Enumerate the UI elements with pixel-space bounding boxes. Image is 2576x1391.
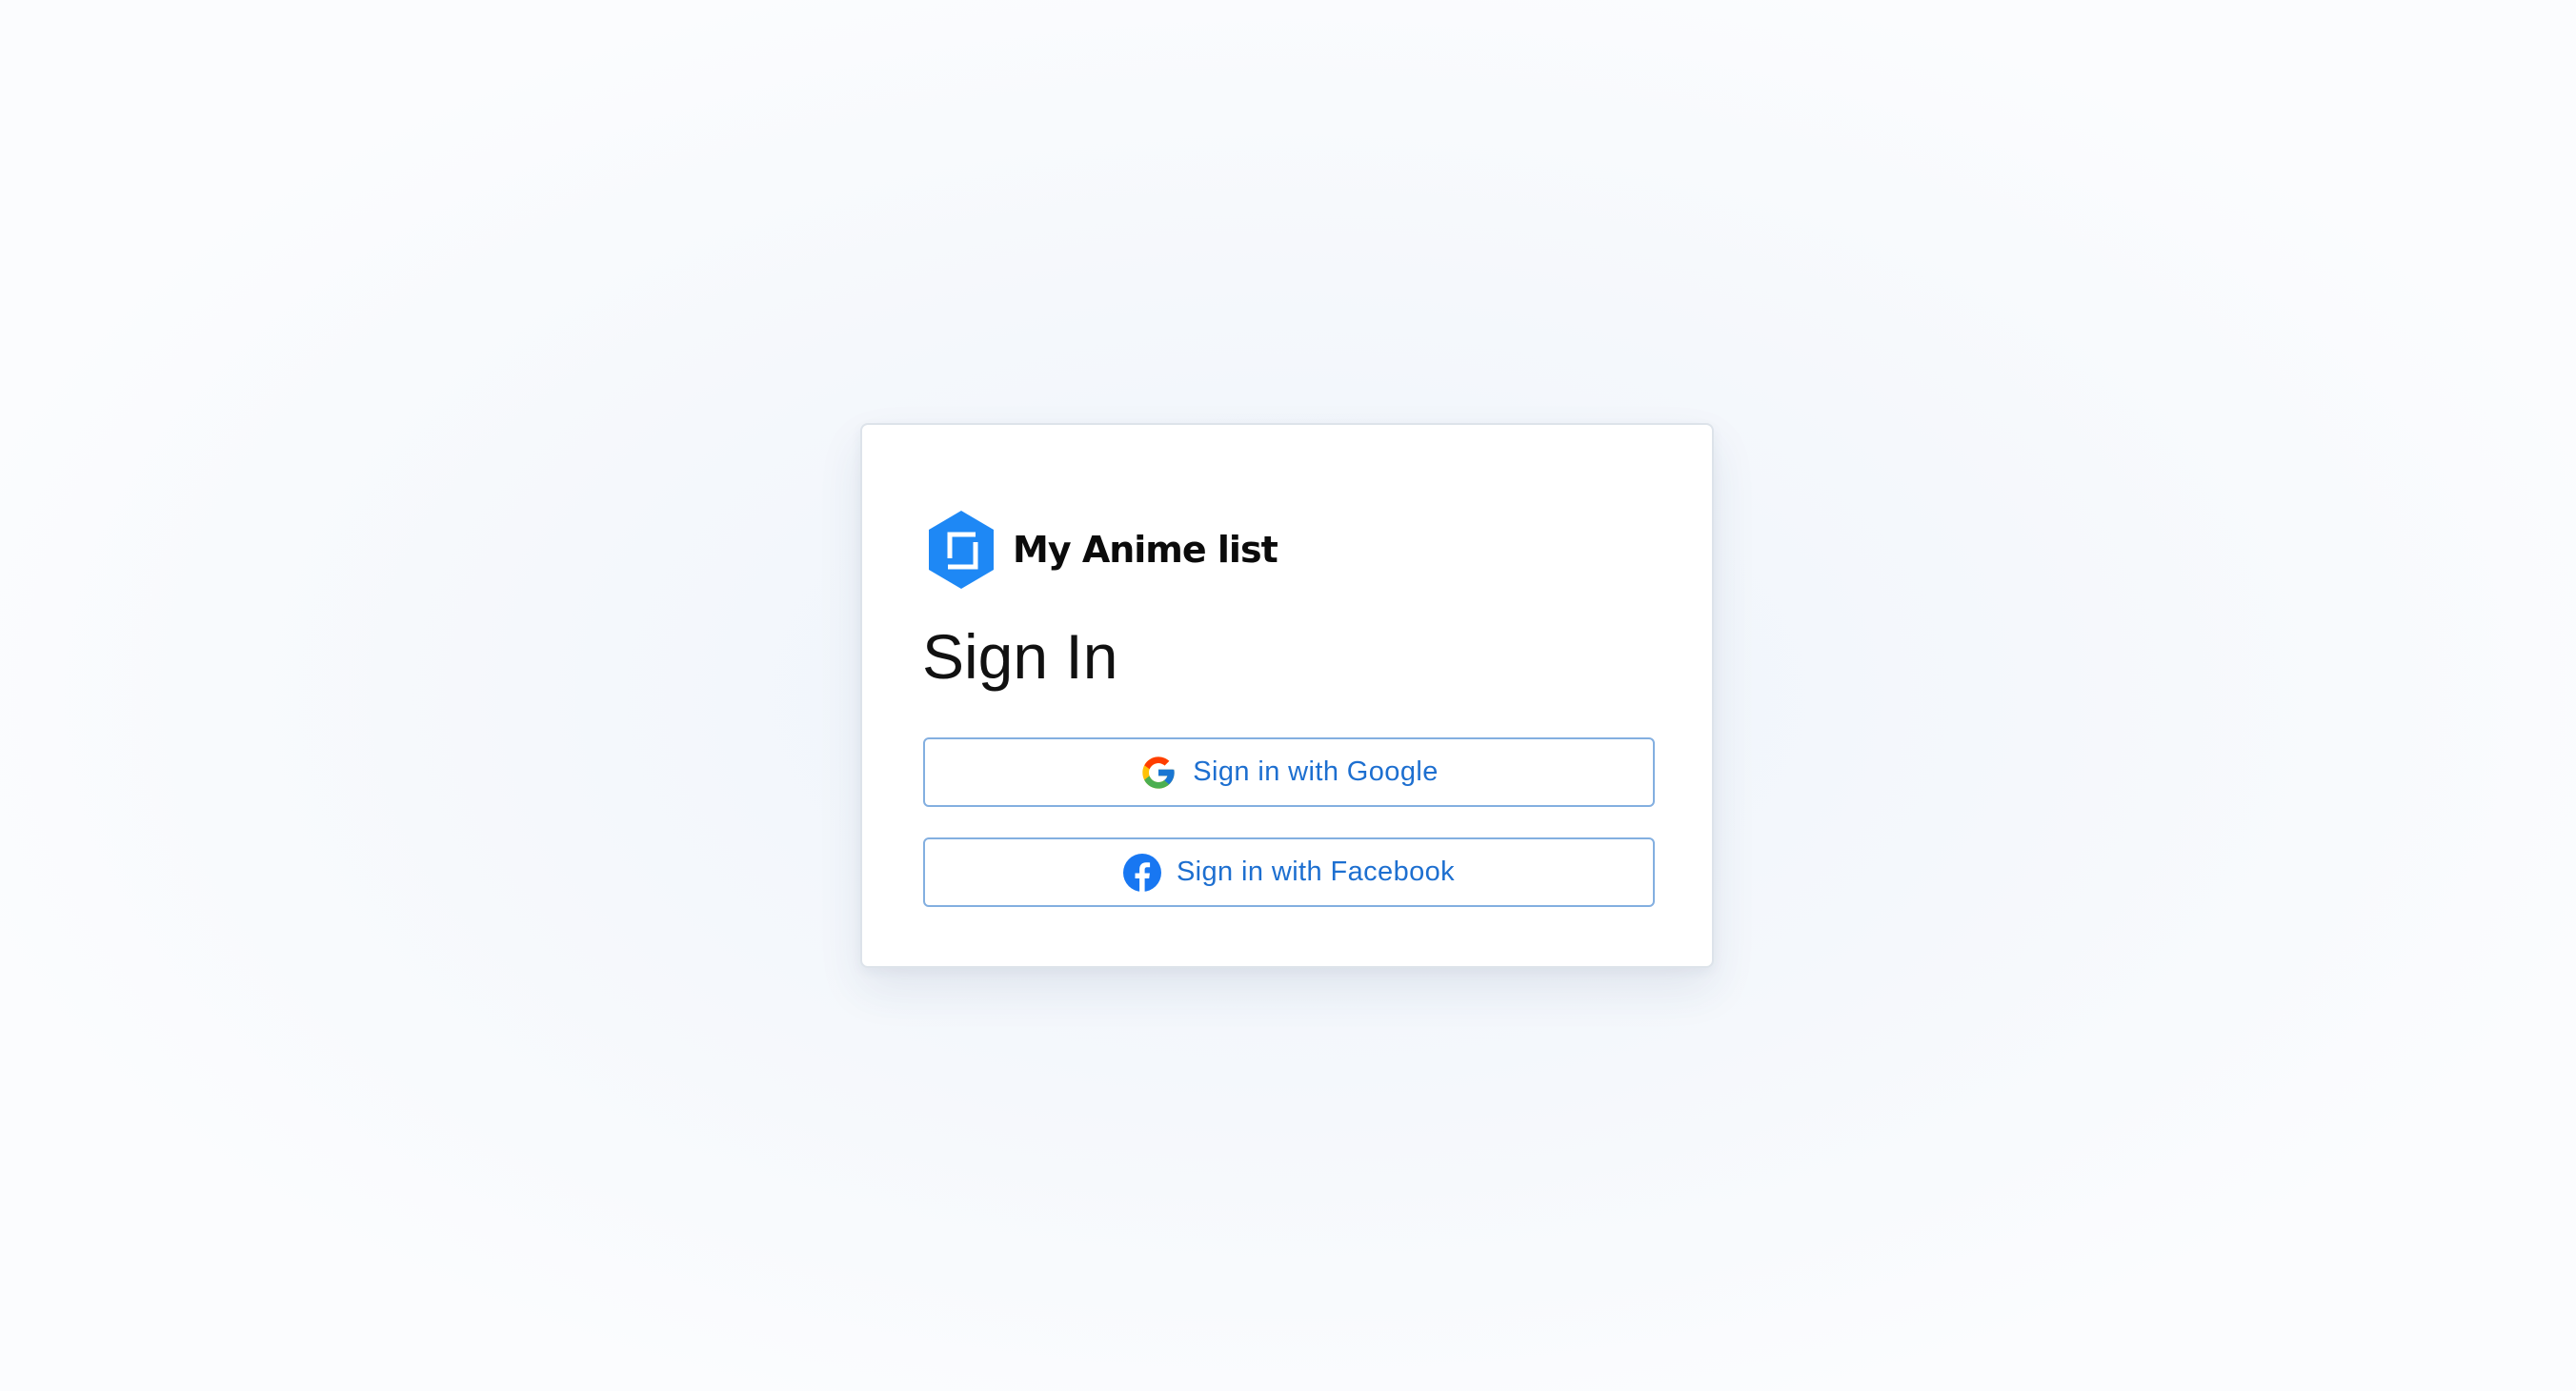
- google-icon: [1142, 756, 1175, 789]
- facebook-signin-button[interactable]: Sign in with Facebook: [923, 837, 1655, 907]
- signin-card: My Anime list Sign In Sign in with Googl…: [860, 423, 1714, 968]
- facebook-icon: [1122, 853, 1161, 892]
- google-signin-button[interactable]: Sign in with Google: [923, 737, 1655, 807]
- facebook-signin-label: Sign in with Facebook: [1176, 857, 1456, 887]
- page-title: Sign In: [922, 621, 1118, 692]
- brand: My Anime list: [925, 509, 1278, 591]
- brand-name: My Anime list: [1013, 529, 1278, 571]
- google-signin-label: Sign in with Google: [1193, 756, 1439, 787]
- hexagon-cube-logo-icon: [929, 511, 994, 589]
